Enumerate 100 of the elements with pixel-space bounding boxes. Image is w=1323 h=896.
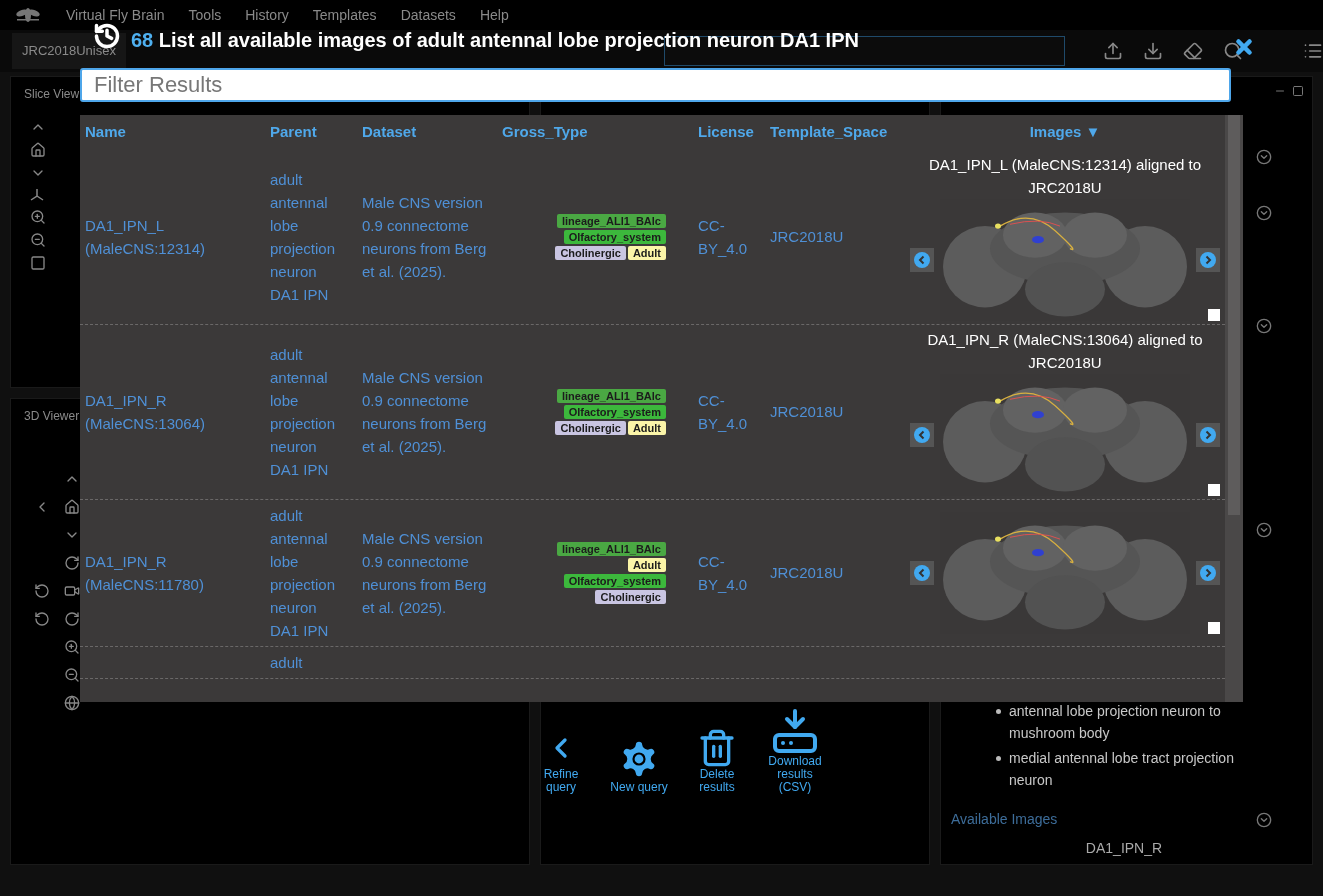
table-cell-text: CC-BY_4.0 — [698, 391, 749, 434]
table-cell-text: CC-BY_4.0 — [698, 552, 749, 595]
results-title: 68 List all available images of adult antennal lobe projection neuron DA1 IPN — [131, 28, 859, 53]
column-header[interactable]: Images ▼ — [905, 121, 1225, 144]
undo-icon[interactable] — [34, 611, 50, 627]
undo-icon[interactable] — [34, 583, 50, 599]
redo-icon[interactable] — [64, 611, 80, 627]
tag: lineage_ALl1_BAlc — [556, 214, 666, 228]
chevron-left-icon — [914, 565, 930, 581]
rotate-icon[interactable] — [64, 555, 80, 571]
tag: Adult — [627, 421, 666, 435]
scrollbar[interactable] — [1225, 115, 1243, 702]
tag: lineage_ALl1_BAlc — [556, 389, 666, 403]
bullet-icon — [996, 756, 1001, 761]
menu-item[interactable]: Tools — [188, 4, 222, 26]
menu-item[interactable]: Virtual Fly Brain — [66, 4, 165, 26]
menu-item[interactable]: Help — [479, 4, 509, 26]
image-caption: DA1_IPN_L (MaleCNS:12314) aligned to JRC2018U — [927, 155, 1203, 198]
checkbox[interactable] — [1208, 484, 1220, 496]
section-title[interactable]: Available Images — [951, 809, 1058, 830]
filter-field[interactable]: Filter Results — [80, 68, 1231, 102]
table-cell[interactable]: Male CNS version 0.9 connectome neurons from Berg et al. (2025). — [362, 366, 490, 458]
tag: Cholinergic — [555, 421, 626, 435]
list-icon[interactable] — [1303, 41, 1323, 61]
globe-icon[interactable] — [64, 695, 80, 711]
next-button[interactable] — [1196, 561, 1220, 585]
table-cell[interactable]: DA1_IPN_R (MaleCNS:13064) — [85, 389, 245, 435]
table-cell[interactable]: Male CNS version 0.9 connectome neurons from Berg et al. (2025). — [362, 191, 490, 283]
next-button[interactable] — [1196, 248, 1220, 272]
table-cell[interactable]: Male CNS version 0.9 connectome neurons from Berg et al. (2025). — [362, 527, 490, 619]
query-action-button[interactable]: New query — [609, 737, 669, 794]
table-cell[interactable]: JRC2018U — [770, 403, 844, 420]
tag: Cholinergic — [595, 590, 666, 604]
chevron-down-icon[interactable] — [1256, 205, 1272, 221]
zoom-in-icon[interactable] — [30, 209, 46, 225]
table-cell[interactable]: JRC2018U — [770, 228, 844, 245]
list-item[interactable]: medial antennal lobe tract projection neuron — [1009, 747, 1272, 791]
next-button[interactable] — [1196, 423, 1220, 447]
camera-icon[interactable] — [64, 583, 80, 599]
home-icon[interactable] — [64, 499, 80, 515]
axes-icon[interactable] — [30, 188, 44, 202]
chevron-down-icon[interactable] — [1256, 811, 1272, 828]
previous-button[interactable] — [910, 561, 934, 585]
column-header[interactable]: Template_Space — [765, 121, 905, 144]
tag: lineage_ALl1_BAlc — [556, 542, 666, 556]
image-caption: DA1_IPN_R (MaleCNS:13064) aligned to JRC2018U — [926, 330, 1204, 373]
column-header[interactable]: Name — [80, 121, 265, 144]
download-icon — [771, 707, 819, 755]
tag: Olfactory_system — [563, 574, 666, 588]
menu-item[interactable]: Datasets — [400, 4, 456, 26]
query-action-button[interactable]: Refine query — [531, 728, 591, 794]
zoom-out-icon[interactable] — [64, 667, 80, 683]
table-cell[interactable]: adult — [270, 651, 346, 674]
download-icon[interactable] — [1143, 41, 1163, 61]
query-action-button[interactable]: Delete results — [687, 728, 747, 794]
column-header[interactable]: License — [693, 121, 765, 144]
eraser-icon[interactable] — [1183, 41, 1203, 61]
zoom-out-icon[interactable] — [30, 232, 46, 248]
chevron-right-icon — [1200, 565, 1216, 581]
upload-icon[interactable] — [1103, 41, 1123, 61]
chevron-right-icon — [1200, 252, 1216, 268]
chevron-left-icon — [914, 427, 930, 443]
fly-logo-icon[interactable] — [15, 5, 41, 25]
table-cell[interactable]: adult antennal lobe projection neuron DA1 IPN — [270, 168, 346, 306]
maximize-icon[interactable] — [1292, 85, 1304, 97]
chevron-down-icon[interactable] — [1256, 318, 1272, 334]
menu-item[interactable]: Templates — [312, 4, 377, 26]
table-cell[interactable]: DA1_IPN_R (MaleCNS:11780) — [85, 550, 245, 596]
checkbox[interactable] — [1208, 309, 1220, 321]
frame-icon[interactable] — [30, 255, 46, 271]
query-action-button[interactable]: Download results (CSV) — [765, 707, 825, 794]
menu-item[interactable]: History — [245, 4, 289, 26]
panel-title: Slice View — [24, 87, 80, 101]
tag: Olfactory_system — [563, 230, 666, 244]
column-header[interactable]: Dataset — [357, 121, 497, 144]
previous-button[interactable] — [910, 248, 934, 272]
table-cell[interactable]: adult antennal lobe projection neuron DA1 IPN — [270, 504, 346, 642]
image-name: DA1_IPN_R — [1084, 839, 1164, 858]
tag: Adult — [627, 246, 666, 260]
table-cell[interactable]: DA1_IPN_L (MaleCNS:12314) — [85, 214, 245, 260]
panel-title: 3D Viewer — [24, 409, 80, 423]
column-header[interactable]: Gross_Type — [497, 121, 693, 144]
tag: Olfactory_system — [563, 405, 666, 419]
previous-button[interactable] — [910, 423, 934, 447]
home-icon[interactable] — [30, 142, 46, 158]
chevron-down-icon[interactable] — [1256, 149, 1272, 165]
tag: Adult — [627, 558, 666, 572]
chevron-left-icon — [914, 252, 930, 268]
search-icon[interactable] — [1223, 41, 1243, 61]
bullet-icon — [996, 709, 1001, 714]
table-cell-text: CC-BY_4.0 — [698, 216, 749, 259]
close-icon — [1233, 36, 1255, 58]
column-header[interactable]: Parent — [265, 121, 357, 144]
zoom-in-icon[interactable] — [64, 639, 80, 655]
chevron-down-icon[interactable] — [1256, 522, 1272, 538]
table-cell[interactable]: JRC2018U — [770, 564, 844, 581]
checkbox[interactable] — [1208, 622, 1220, 634]
chevron-right-icon — [1200, 427, 1216, 443]
workspace-tab[interactable]: JRC2018Unisex — [12, 33, 126, 69]
table-cell[interactable]: adult antennal lobe projection neuron DA1 IPN — [270, 343, 346, 481]
